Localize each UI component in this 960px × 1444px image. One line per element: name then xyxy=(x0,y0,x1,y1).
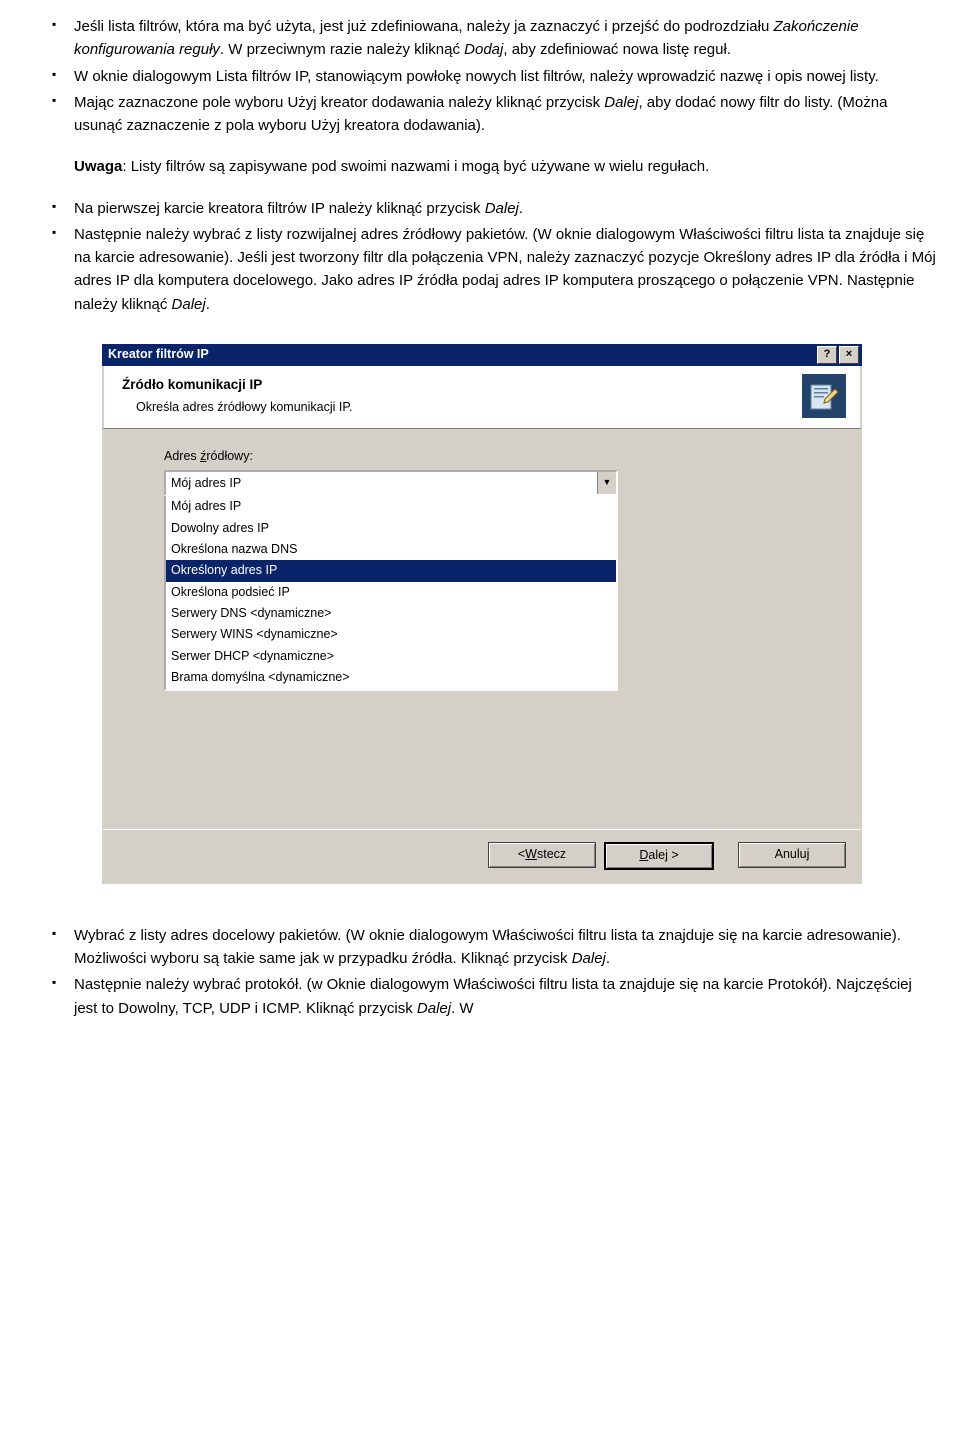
close-button[interactable]: × xyxy=(839,346,859,364)
next-button[interactable]: Dalej > xyxy=(604,842,714,870)
source-address-combo[interactable]: Mój adres IP ▼ xyxy=(164,470,618,496)
list-item[interactable]: Brama domyślna <dynamiczne> xyxy=(166,667,616,688)
chevron-down-icon[interactable]: ▼ xyxy=(597,472,616,494)
header-subtitle: Określa adres źródłowy komunikacji IP. xyxy=(122,398,353,417)
list-item[interactable]: Dowolny adres IP xyxy=(166,518,616,539)
help-button[interactable]: ? xyxy=(817,346,837,364)
list-item[interactable]: Serwery WINS <dynamiczne> xyxy=(166,624,616,645)
bullet-item: Wybrać z listy adres docelowy pakietów. … xyxy=(22,924,938,971)
combo-value: Mój adres IP xyxy=(166,472,597,494)
bullet-item: Na pierwszej karcie kreatora filtrów IP … xyxy=(22,197,938,220)
window-title: Kreator filtrów IP xyxy=(108,345,209,364)
wizard-icon xyxy=(802,374,846,418)
bullet-list-2: Na pierwszej karcie kreatora filtrów IP … xyxy=(22,197,938,316)
list-item[interactable]: Serwery DNS <dynamiczne> xyxy=(166,603,616,624)
dialog-body: Adres źródłowy: Mój adres IP ▼ Mój adres… xyxy=(102,429,862,829)
bullet-list-3: Wybrać z listy adres docelowy pakietów. … xyxy=(22,924,938,1020)
header-title: Źródło komunikacji IP xyxy=(122,375,353,396)
bullet-list-1: Jeśli lista filtrów, która ma być użyta,… xyxy=(22,15,938,137)
back-button[interactable]: < Wstecz xyxy=(488,842,596,868)
bullet-item: W oknie dialogowym Lista filtrów IP, sta… xyxy=(22,65,938,88)
list-item[interactable]: Mój adres IP xyxy=(166,496,616,517)
cancel-button[interactable]: Anuluj xyxy=(738,842,846,868)
list-item[interactable]: Określona podsieć IP xyxy=(166,582,616,603)
list-item[interactable]: Określony adres IP xyxy=(166,560,616,581)
field-label: Adres źródłowy: xyxy=(164,447,832,466)
combo-listbox[interactable]: Mój adres IPDowolny adres IPOkreślona na… xyxy=(164,496,618,690)
note-paragraph: Uwaga: Listy filtrów są zapisywane pod s… xyxy=(22,155,938,178)
bullet-item: Następnie należy wybrać z listy rozwijal… xyxy=(22,223,938,316)
bullet-item: Następnie należy wybrać protokół. (w Okn… xyxy=(22,973,938,1020)
dialog-footer: < Wstecz Dalej > Anuluj xyxy=(102,829,862,884)
bullet-item: Jeśli lista filtrów, która ma być użyta,… xyxy=(22,15,938,62)
title-bar: Kreator filtrów IP ? × xyxy=(102,344,862,366)
wizard-dialog: Kreator filtrów IP ? × Źródło komunikacj… xyxy=(102,344,862,884)
list-item[interactable]: Określona nazwa DNS xyxy=(166,539,616,560)
list-item[interactable]: Serwer DHCP <dynamiczne> xyxy=(166,646,616,667)
dialog-header: Źródło komunikacji IP Określa adres źród… xyxy=(102,366,862,429)
bullet-item: Mając zaznaczone pole wyboru Użyj kreato… xyxy=(22,91,938,138)
